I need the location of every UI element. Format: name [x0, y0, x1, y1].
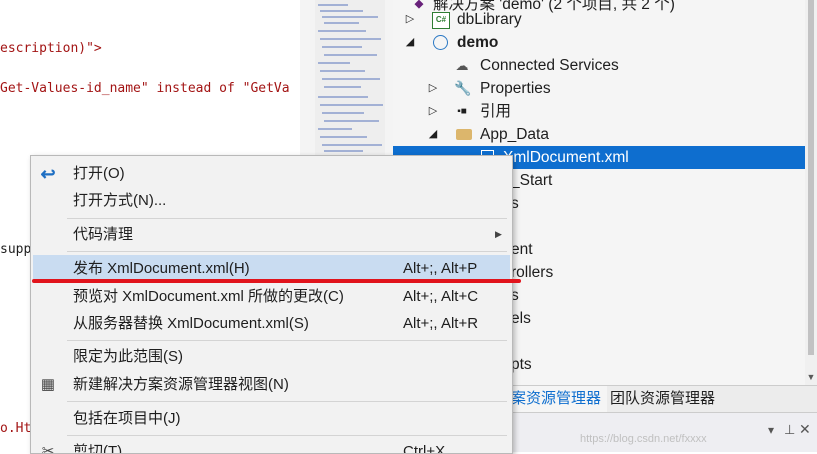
- minimap-line: [320, 10, 363, 12]
- menu-item-open-with[interactable]: 打开方式(N)...: [33, 187, 510, 214]
- annotation-red-underline: [32, 279, 521, 283]
- watermark: https://blog.csdn.net/fxxxx: [580, 433, 707, 445]
- menu-item-shortcut: Alt+;, Alt+P: [403, 260, 478, 277]
- tree-item-dblibrary[interactable]: ▷ C# dbLibrary: [393, 8, 805, 31]
- open-arrow-icon: ↩: [40, 164, 56, 184]
- tab-team-explorer[interactable]: 团队资源管理器: [604, 386, 721, 412]
- collapse-arrow-icon[interactable]: ◢: [427, 123, 439, 146]
- expand-arrow-icon[interactable]: ▷: [404, 8, 416, 31]
- menu-separator: [67, 251, 507, 252]
- menu-item-label: 发布 XmlDocument.xml(H): [73, 260, 250, 277]
- menu-separator: [67, 218, 507, 219]
- tree-item-label: XmlDocument.xml: [503, 149, 629, 166]
- menu-item-label: 代码清理: [73, 226, 134, 243]
- minimap-line: [322, 144, 382, 146]
- minimap-line: [320, 38, 381, 40]
- pin-icon[interactable]: ⊥: [784, 422, 795, 438]
- minimap-line: [324, 54, 377, 56]
- expand-arrow-icon[interactable]: ▷: [427, 100, 439, 123]
- menu-item-new-explorer-view[interactable]: ▦ 新建解决方案资源管理器视图(N): [33, 371, 510, 398]
- tree-item-label: App_Data: [480, 126, 549, 143]
- scroll-down-icon[interactable]: ▼: [805, 372, 817, 382]
- menu-item-replace-from-server[interactable]: 从服务器替换 XmlDocument.xml(S) Alt+;, Alt+R: [33, 310, 510, 337]
- tree-item-label: demo: [457, 34, 499, 51]
- menu-item-label: 预览对 XmlDocument.xml 所做的更改(C): [73, 288, 344, 305]
- minimap-line: [320, 136, 367, 138]
- menu-item-label: 包括在项目中(J): [73, 410, 181, 427]
- expand-arrow-icon[interactable]: ▷: [427, 77, 439, 100]
- minimap-line: [322, 112, 364, 114]
- minimap-line: [318, 62, 350, 64]
- vertical-scrollbar[interactable]: ▼: [805, 0, 817, 385]
- wrench-icon: 🔧: [454, 80, 472, 96]
- folder-icon: [456, 129, 472, 140]
- tree-item-label: Properties: [480, 80, 551, 97]
- menu-item-code-cleanup[interactable]: 代码清理 ▶: [33, 221, 510, 248]
- minimap-line: [318, 4, 348, 6]
- tree-item-label: pts: [511, 356, 532, 373]
- menu-item-shortcut: Alt+;, Alt+C: [403, 288, 479, 305]
- tree-item-demo[interactable]: ◢ demo: [393, 31, 805, 54]
- code-line: o.Ht: [0, 421, 32, 436]
- minimap-line: [322, 78, 380, 80]
- context-menu: ↩ 打开(O) 打开方式(N)... 代码清理 ▶ 发布 XmlDocument…: [30, 155, 513, 454]
- minimap-line: [324, 86, 361, 88]
- menu-item-label: 从服务器替换 XmlDocument.xml(S): [73, 315, 309, 332]
- tree-item-connected-services[interactable]: ☁ Connected Services: [393, 54, 805, 77]
- menu-item-label: 新建解决方案资源管理器视图(N): [73, 376, 289, 393]
- menu-item-label: 打开方式(N)...: [73, 192, 167, 209]
- code-line: escription)">: [0, 41, 102, 56]
- minimap-line: [324, 22, 359, 24]
- references-icon: ▪■: [457, 106, 467, 117]
- minimap-line: [318, 96, 368, 98]
- minimap-line: [324, 120, 379, 122]
- minimap-line: [320, 70, 365, 72]
- tab-solution-explorer[interactable]: 案资源管理器: [505, 386, 608, 412]
- minimap-line: [322, 16, 378, 18]
- tree-item-label: els: [511, 310, 531, 327]
- tree-item-label: Connected Services: [480, 57, 619, 74]
- tree-item-label: ent: [511, 241, 533, 258]
- tree-item-references[interactable]: ▷ ▪■ 引用: [393, 100, 805, 123]
- menu-item-publish[interactable]: 发布 XmlDocument.xml(H) Alt+;, Alt+P: [33, 255, 510, 282]
- dropdown-icon[interactable]: ▾: [768, 423, 774, 437]
- menu-separator: [67, 401, 507, 402]
- scissors-icon: ✂: [41, 443, 55, 454]
- minimap-line: [318, 30, 366, 32]
- menu-separator: [67, 435, 507, 436]
- code-line: Get-Values-id_name" instead of "GetVa: [0, 81, 290, 96]
- tree-item-label: dbLibrary: [457, 11, 522, 28]
- menu-separator: [67, 340, 507, 341]
- minimap-line: [318, 128, 352, 130]
- menu-item-include-in-project[interactable]: 包括在项目中(J): [33, 405, 510, 432]
- minimap-line: [320, 104, 383, 106]
- code-line: supp: [0, 242, 32, 257]
- new-view-icon: ▦: [40, 376, 56, 393]
- tree-item-label: _Start: [511, 172, 553, 189]
- tree-item-label: 引用: [480, 103, 512, 120]
- menu-item-shortcut: Alt+;, Alt+R: [403, 315, 479, 332]
- minimap-line: [322, 46, 362, 48]
- menu-item-open[interactable]: ↩ 打开(O): [33, 160, 510, 187]
- menu-item-label: 打开(O): [73, 165, 125, 182]
- csharp-project-icon: C#: [432, 12, 450, 29]
- minimap-line: [324, 150, 363, 152]
- menu-item-scope-to-this[interactable]: 限定为此范围(S): [33, 343, 510, 370]
- close-icon[interactable]: ✕: [799, 421, 811, 438]
- menu-item-preview-changes[interactable]: 预览对 XmlDocument.xml 所做的更改(C) Alt+;, Alt+…: [33, 283, 510, 310]
- menu-item-label: 限定为此范围(S): [73, 348, 183, 365]
- cloud-icon: ☁: [455, 58, 469, 73]
- tree-item-app-data[interactable]: ◢ App_Data: [393, 123, 805, 146]
- submenu-arrow-icon: ▶: [495, 229, 502, 239]
- scrollbar-thumb[interactable]: [808, 0, 814, 355]
- web-project-icon: [433, 35, 448, 50]
- collapse-arrow-icon[interactable]: ◢: [404, 31, 416, 54]
- tree-item-properties[interactable]: ▷ 🔧 Properties: [393, 77, 805, 100]
